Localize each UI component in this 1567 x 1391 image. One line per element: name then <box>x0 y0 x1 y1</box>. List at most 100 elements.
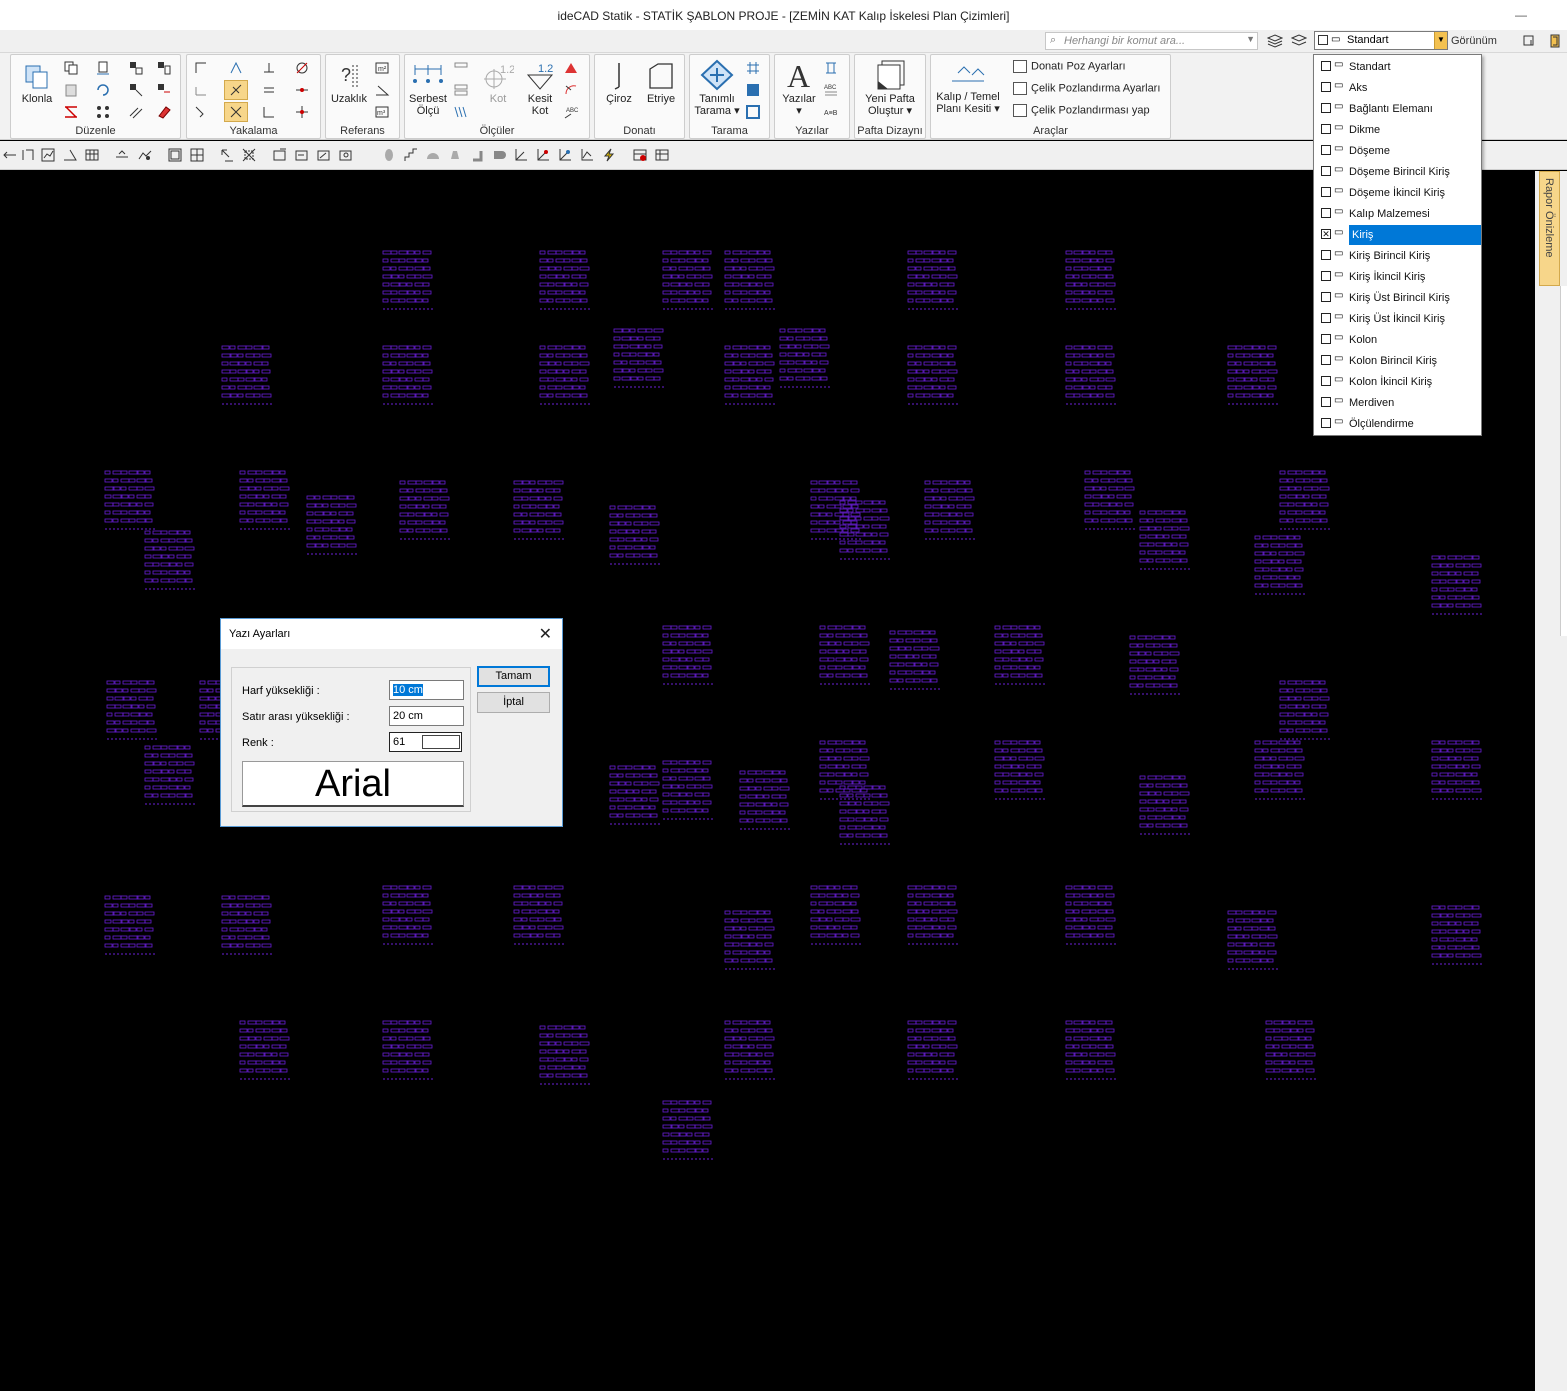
checkbox-icon[interactable] <box>1321 376 1331 386</box>
dropdown-item[interactable]: ▭ Ölçülendirme <box>1315 414 1481 434</box>
text-replace-icon[interactable]: A≡B <box>823 104 839 120</box>
tool-graph-icon[interactable] <box>579 147 595 163</box>
tool-shape-icon[interactable] <box>491 147 507 163</box>
kot-button[interactable]: 1.2 Kot <box>479 61 517 105</box>
tool-wall-icon[interactable] <box>469 147 485 163</box>
dropdown-item[interactable]: ▭ Aks <box>1315 78 1481 98</box>
tool-pointer-icon[interactable] <box>219 147 235 163</box>
extend-icon[interactable] <box>156 82 172 98</box>
checkbox-icon[interactable] <box>1321 124 1331 134</box>
checkbox-icon[interactable] <box>1321 418 1331 428</box>
tool-dim-icon[interactable] <box>20 147 36 163</box>
tool-axis-red-icon[interactable] <box>535 147 551 163</box>
tool-arch-icon[interactable] <box>425 147 441 163</box>
tool-axis-icon[interactable] <box>513 147 529 163</box>
kalip-temel-button[interactable]: Kalıp / Temel Planı Kesiti ▾ <box>933 61 1003 115</box>
rotate-icon[interactable] <box>95 82 111 98</box>
tool-terrain-icon[interactable] <box>137 147 153 163</box>
tool-zoom-ext-icon[interactable] <box>338 147 354 163</box>
tool-zoom-all-icon[interactable] <box>316 147 332 163</box>
checkbox-icon[interactable] <box>1321 103 1331 113</box>
checkbox-icon[interactable] <box>1321 208 1331 218</box>
dropdown-item[interactable]: ▭ Kolon <box>1315 330 1481 350</box>
snap-insert-icon[interactable] <box>294 104 310 120</box>
snap-parallel-icon[interactable] <box>261 82 277 98</box>
iptal-button[interactable]: İptal <box>477 692 550 713</box>
text-dim-icon[interactable]: ABC <box>563 104 579 120</box>
hatch-solid-icon[interactable] <box>745 82 761 98</box>
dropdown-item[interactable]: ▭ Kiriş İkincil Kiriş <box>1315 267 1481 287</box>
tool-cylinder-icon[interactable] <box>381 147 397 163</box>
tool-lightning-icon[interactable] <box>601 147 617 163</box>
harf-yuksekligi-input[interactable]: 10 cm <box>389 680 464 700</box>
hatch-boundary-icon[interactable] <box>745 104 761 120</box>
renk-picker[interactable]: 61 <box>389 732 462 752</box>
layers-icon[interactable] <box>1267 34 1283 48</box>
dropdown-item[interactable]: ▭ Kiriş Birincil Kiriş <box>1315 246 1481 266</box>
checkbox-icon[interactable] <box>1321 82 1331 92</box>
donati-poz-ayarlari-item[interactable]: Donatı Poz Ayarları <box>1013 60 1126 73</box>
checkbox-icon[interactable] <box>1321 145 1331 155</box>
dropdown-item[interactable]: ▭ Döşeme İkincil Kiriş <box>1315 183 1481 203</box>
checkbox-icon[interactable] <box>1321 292 1331 302</box>
rapor-onizleme-tab[interactable]: Rapor Önizleme <box>1539 171 1560 286</box>
checkbox-icon[interactable] <box>1321 313 1331 323</box>
celik-pozlandirmasi-yap-item[interactable]: Çelik Pozlandırması yap <box>1013 104 1150 117</box>
slope-icon[interactable] <box>563 60 579 76</box>
checkbox-icon[interactable] <box>1321 271 1331 281</box>
move-icon[interactable] <box>95 60 111 76</box>
tool-grid-icon[interactable] <box>189 147 205 163</box>
checkbox-icon[interactable] <box>1321 166 1331 176</box>
stretch-icon[interactable] <box>128 82 144 98</box>
scale-icon[interactable] <box>128 60 144 76</box>
klonla-button[interactable]: Klonla <box>17 63 57 105</box>
checkbox-icon[interactable] <box>1321 355 1331 365</box>
dropdown-item[interactable]: ✕ ▭ Kiriş <box>1315 225 1481 245</box>
command-search-input[interactable]: ⌕ Herhangi bir komut ara... ▼ <box>1045 32 1258 50</box>
tool-table-icon[interactable] <box>84 147 100 163</box>
style-checkbox[interactable] <box>1318 35 1328 45</box>
tool-window-icon[interactable] <box>167 147 183 163</box>
pin-icon[interactable] <box>1547 34 1563 48</box>
dropdown-item[interactable]: ▭ Kiriş Üst Birincil Kiriş <box>1315 288 1481 308</box>
dropdown-item[interactable]: ▭ Kalıp Malzemesi <box>1315 204 1481 224</box>
dropdown-item[interactable]: ▭ Kolon Birincil Kiriş <box>1315 351 1481 371</box>
layers-off-icon[interactable] <box>1291 34 1307 48</box>
tool-angle-icon[interactable] <box>62 147 78 163</box>
checkbox-icon[interactable] <box>1321 250 1331 260</box>
dropdown-item[interactable]: ▭ Kolon İkincil Kiriş <box>1315 372 1481 392</box>
yazilar-button[interactable]: A Yazılar ▾ <box>777 59 821 117</box>
right-scroll-strip[interactable] <box>1560 286 1567 636</box>
volume-icon[interactable]: m³ <box>374 104 390 120</box>
tamam-button[interactable]: Tamam <box>477 666 550 687</box>
snap-perpendicular-icon[interactable] <box>261 60 277 76</box>
trim-icon[interactable] <box>156 60 172 76</box>
tanimli-tarama-button[interactable]: Tanımlı Tarama ▾ <box>692 59 742 117</box>
angle-icon[interactable] <box>374 82 390 98</box>
tool-level-icon[interactable] <box>114 147 130 163</box>
dim-chain-icon[interactable] <box>453 104 469 120</box>
tool-bell-icon[interactable] <box>447 147 463 163</box>
serbest-olcu-button[interactable]: Serbest Ölçü <box>405 61 451 117</box>
style-combo[interactable]: ▭ Standart ▼ <box>1314 31 1448 50</box>
snap-center-icon[interactable] <box>228 60 244 76</box>
tool-zoom-window-icon[interactable] <box>272 147 288 163</box>
checkbox-checked-icon[interactable]: ✕ <box>1321 229 1331 239</box>
tool-stairs-icon[interactable] <box>403 147 419 163</box>
dim-vertical-icon[interactable] <box>453 82 469 98</box>
view-label[interactable]: Görünüm <box>1451 35 1497 47</box>
tool-select-icon[interactable] <box>241 147 257 163</box>
snap-near-icon[interactable] <box>193 104 209 120</box>
checkbox-icon[interactable] <box>1321 187 1331 197</box>
uzaklik-button[interactable]: ? Uzaklık <box>329 61 369 105</box>
view-settings-icon[interactable] <box>1521 34 1537 48</box>
chevron-down-icon[interactable]: ▼ <box>1246 34 1255 44</box>
dropdown-item[interactable]: ▭ Dikme <box>1315 120 1481 140</box>
snap-end-icon[interactable] <box>193 60 209 76</box>
checkbox-icon[interactable] <box>1321 334 1331 344</box>
dropdown-item[interactable]: ▭ Kiriş Üst İkincil Kiriş <box>1315 309 1481 329</box>
snap-node-icon[interactable] <box>294 82 310 98</box>
dropdown-item[interactable]: ▭ Standart <box>1315 57 1481 77</box>
tool-axis-blue-icon[interactable] <box>557 147 573 163</box>
celik-poz-ayarlari-item[interactable]: Çelik Pozlandırma Ayarları <box>1013 82 1160 95</box>
